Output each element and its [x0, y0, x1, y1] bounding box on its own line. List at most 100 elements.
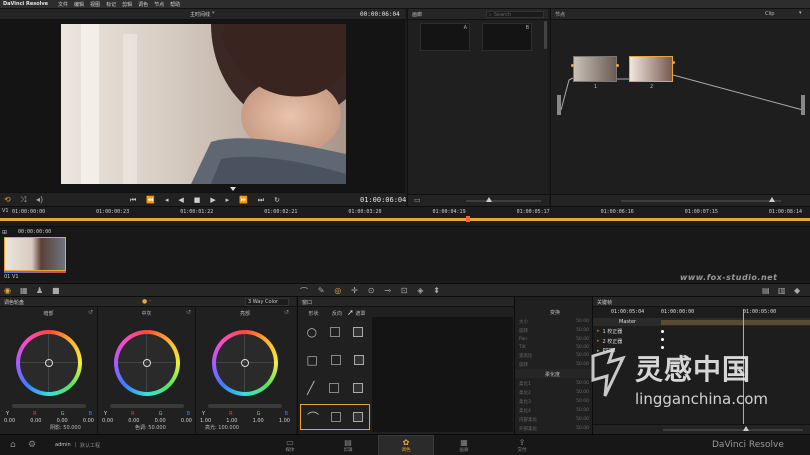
polygon-invert-button[interactable]: [328, 383, 339, 393]
field-rotate-value[interactable]: 50.00: [576, 328, 589, 334]
linear-window-icon[interactable]: □: [306, 353, 317, 367]
menu-file[interactable]: 文件: [58, 1, 68, 8]
window-icon[interactable]: ◎: [334, 286, 341, 297]
gamma-master-slider[interactable]: [110, 404, 184, 408]
circle-window-icon[interactable]: ○: [307, 325, 317, 339]
gamma-wheel[interactable]: [114, 330, 180, 396]
keyframe-zoom-slider[interactable]: [663, 429, 803, 431]
circle-invert-button[interactable]: [330, 327, 341, 337]
gain-value-g[interactable]: 1.00: [253, 418, 264, 424]
gallery-scrollbar[interactable]: [544, 21, 547, 49]
clip-thumbnail[interactable]: [4, 237, 66, 271]
gain-wheel[interactable]: [212, 330, 278, 396]
timeline-clip-bar[interactable]: [0, 218, 810, 221]
menu-mark[interactable]: 标记: [106, 1, 116, 8]
node-2[interactable]: 2: [629, 56, 673, 90]
timeline-playhead[interactable]: [466, 216, 470, 222]
node-1[interactable]: 1: [573, 56, 617, 90]
midtone-footer[interactable]: 色调: 50.000: [135, 424, 166, 431]
module-gallery[interactable]: ▦ 画廊: [436, 435, 492, 455]
node-1-input[interactable]: [571, 64, 574, 67]
polygon-window-icon[interactable]: ╱: [307, 381, 314, 395]
key-icon[interactable]: ⊸: [384, 286, 391, 297]
node-zoom-slider[interactable]: [621, 200, 781, 202]
gain-wheel-handle[interactable]: [241, 359, 249, 367]
qualifier-icon[interactable]: ✎: [318, 286, 325, 297]
node-input-handle[interactable]: [557, 95, 561, 115]
memories-icon[interactable]: ▭: [414, 196, 421, 204]
waveform-icon[interactable]: ▥: [778, 286, 786, 295]
module-color[interactable]: ✿ 调色: [378, 435, 434, 455]
gallery-zoom-handle[interactable]: [486, 197, 492, 202]
curve-window-row[interactable]: ⌒: [300, 404, 370, 430]
lift-wheel[interactable]: [16, 330, 82, 396]
node-mode[interactable]: Clip: [765, 11, 774, 17]
viewer-scrubber[interactable]: [230, 187, 236, 191]
tab-shape[interactable]: 形状: [309, 310, 319, 317]
keyframe-dot[interactable]: [661, 338, 664, 341]
last-frame-icon[interactable]: ⏭: [258, 196, 264, 204]
field-pan-value[interactable]: 50.00: [576, 337, 589, 342]
stop-icon[interactable]: ■: [194, 196, 201, 204]
tracker-icon[interactable]: ✛: [351, 286, 358, 297]
3d-icon[interactable]: ◈: [417, 286, 423, 297]
keyframe-dot[interactable]: [661, 330, 664, 333]
gamma-value-y[interactable]: 0.00: [102, 418, 113, 424]
tab-invert[interactable]: 反向: [332, 310, 342, 317]
play-icon[interactable]: ▶: [210, 196, 215, 204]
gamma-wheel-handle[interactable]: [143, 359, 151, 367]
menu-clip[interactable]: 剪辑: [122, 1, 132, 8]
reset-icon[interactable]: ↺: [186, 309, 191, 316]
node-1-output[interactable]: [616, 64, 619, 67]
gain-master-slider[interactable]: [208, 404, 282, 408]
step-back-icon[interactable]: ◂: [165, 196, 169, 204]
lift-master-slider[interactable]: [12, 404, 86, 408]
curve-mask-button[interactable]: [352, 412, 363, 422]
keyframe-zoom-handle[interactable]: [743, 426, 749, 431]
gallery-search-input[interactable]: ⌕ Search: [486, 11, 544, 18]
still-a[interactable]: A: [420, 23, 470, 51]
fast-forward-icon[interactable]: ⏩: [239, 196, 248, 204]
volume-icon[interactable]: ◂): [36, 195, 43, 204]
tab-mask[interactable]: 遮罩: [355, 310, 365, 317]
loop-play-icon[interactable]: ↻: [274, 196, 280, 204]
menu-view[interactable]: 视图: [90, 1, 100, 8]
rewind-icon[interactable]: ⏪: [146, 196, 155, 204]
menu-edit[interactable]: 编辑: [74, 1, 84, 8]
sizing-icon[interactable]: ⊡: [401, 286, 408, 297]
first-frame-icon[interactable]: ⏮: [130, 196, 136, 204]
lift-value-r[interactable]: 0.00: [30, 418, 41, 424]
arrow-icon[interactable]: ▸: [597, 338, 600, 345]
field-size-value[interactable]: 50.00: [576, 319, 589, 325]
reset-icon[interactable]: ↺: [284, 309, 289, 316]
shadow-footer[interactable]: 阴影: 50.000: [50, 424, 81, 431]
wheel-mode-select[interactable]: 3 Way Color: [245, 298, 289, 306]
timeline-name[interactable]: 主时间线: [190, 11, 210, 18]
module-edit[interactable]: ▤ 剪辑: [320, 435, 376, 455]
soft-outer-value[interactable]: 50.00: [576, 426, 589, 432]
linear-invert-button[interactable]: [330, 355, 341, 365]
polygon-mask-button[interactable]: [352, 383, 363, 393]
play-reverse-icon[interactable]: ◀: [178, 196, 183, 204]
module-deliver[interactable]: ⇪ 交付: [494, 435, 550, 455]
still-b[interactable]: B: [482, 23, 532, 51]
grid-icon[interactable]: ▦: [20, 286, 28, 295]
blur-icon[interactable]: ⊙: [368, 286, 375, 297]
curve-invert-button[interactable]: [330, 412, 341, 422]
shuffle-icon[interactable]: ⤨: [20, 195, 26, 205]
lift-value-y[interactable]: 0.00: [4, 418, 15, 424]
keyframe-icon[interactable]: ◆: [794, 286, 800, 295]
menu-color[interactable]: 调色: [138, 1, 148, 8]
camera-icon[interactable]: ■: [52, 286, 60, 295]
lift-wheel-handle[interactable]: [45, 359, 53, 367]
linear-mask-button[interactable]: [353, 355, 364, 365]
node-zoom-handle[interactable]: [769, 197, 775, 202]
loop-icon[interactable]: ⟲: [4, 195, 11, 204]
lift-value-b[interactable]: 0.00: [83, 418, 94, 424]
soft-inner-value[interactable]: 50.00: [576, 417, 589, 423]
circle-mask-button[interactable]: [353, 327, 364, 337]
person-icon[interactable]: ♟: [36, 286, 43, 295]
gain-value-b[interactable]: 1.00: [279, 418, 290, 424]
module-media[interactable]: ▭ 媒体: [262, 435, 318, 455]
step-forward-icon[interactable]: ▸: [226, 196, 230, 204]
